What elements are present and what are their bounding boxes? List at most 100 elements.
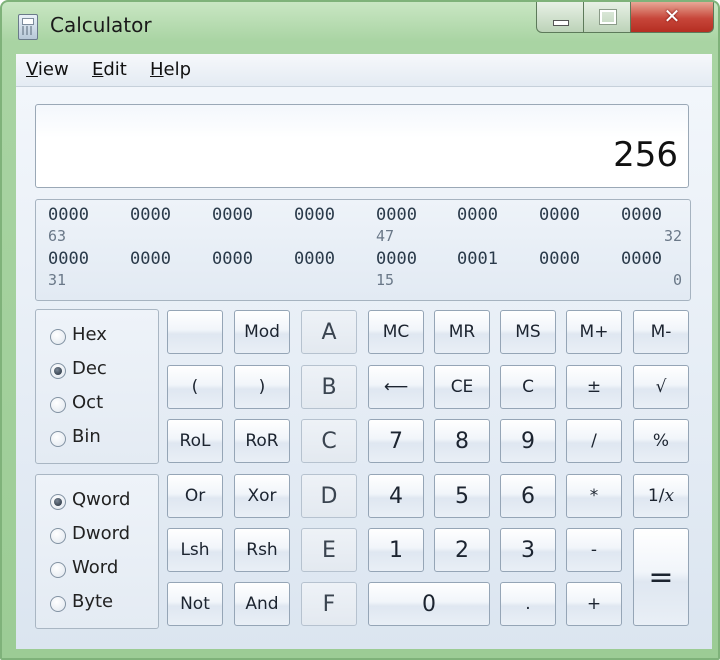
ror-button[interactable]: RoR xyxy=(234,419,290,463)
word-size-label: Byte xyxy=(72,591,114,612)
bit-group[interactable]: 0001 xyxy=(457,249,498,269)
hex-f-button[interactable]: F xyxy=(301,582,357,626)
menu-edit[interactable]: Edit xyxy=(92,59,127,80)
menu-help-label: elp xyxy=(163,59,192,80)
radio-indicator xyxy=(50,363,66,379)
ms-button[interactable]: MS xyxy=(500,310,556,354)
m-plus-button[interactable]: M+ xyxy=(566,310,622,354)
c-button[interactable]: C xyxy=(500,365,556,409)
menu-edit-label: dit xyxy=(103,59,127,80)
minimize-icon xyxy=(553,20,569,26)
bit-group[interactable]: 0000 xyxy=(621,205,662,225)
maximize-button[interactable] xyxy=(583,2,631,33)
subtract-button[interactable]: - xyxy=(566,528,622,572)
m--button[interactable]: M- xyxy=(633,310,689,354)
digit-8-button[interactable]: 8 xyxy=(434,419,490,463)
display-value: 256 xyxy=(613,135,678,175)
mr-button[interactable]: MR xyxy=(434,310,490,354)
radio-indicator xyxy=(50,431,66,447)
radio-indicator xyxy=(50,329,66,345)
title-bar[interactable]: Calculator ✕ xyxy=(2,2,718,52)
calculator-window: Calculator ✕ View Edit Help 256 0000 0000… xyxy=(0,0,720,660)
word-size-label: Word xyxy=(72,557,119,578)
bit-position-label: 0 xyxy=(672,271,682,289)
radio-indicator xyxy=(50,562,66,578)
menu-view-accel: V xyxy=(26,59,38,80)
lsh-button[interactable]: Lsh xyxy=(167,528,223,572)
bit-group[interactable]: 0000 xyxy=(294,249,335,269)
digit-3-button[interactable]: 3 xyxy=(500,528,556,572)
menu-help[interactable]: Help xyxy=(150,59,191,80)
rol-button[interactable]: RoL xyxy=(167,419,223,463)
minimize-button[interactable] xyxy=(536,2,584,33)
sqrt-button[interactable]: √ xyxy=(633,365,689,409)
not-button[interactable]: Not xyxy=(167,582,223,626)
menu-bar: View Edit Help xyxy=(16,54,712,87)
open-paren-button[interactable]: ( xyxy=(167,365,223,409)
close-icon: ✕ xyxy=(663,4,681,28)
hex-d-button[interactable]: D xyxy=(301,474,357,518)
menu-edit-accel: E xyxy=(92,59,104,80)
bit-group[interactable]: 0000 xyxy=(130,249,171,269)
hex-e-button[interactable]: E xyxy=(301,528,357,572)
digit-5-button[interactable]: 5 xyxy=(434,474,490,518)
close-button[interactable]: ✕ xyxy=(630,2,714,33)
digit-6-button[interactable]: 6 xyxy=(500,474,556,518)
radio-indicator xyxy=(50,494,66,510)
digit-1-button[interactable]: 1 xyxy=(368,528,424,572)
calculator-app-icon xyxy=(18,14,38,40)
bit-display: 0000 0000 0000 0000 0000 0000 0000 0000 63 47 32 00… xyxy=(35,199,691,301)
xor-button[interactable]: Xor xyxy=(234,474,290,518)
or-button[interactable]: Or xyxy=(167,474,223,518)
reciprocal-button[interactable]: 1/x xyxy=(633,474,689,518)
bit-group[interactable]: 0000 xyxy=(376,249,417,269)
bit-group[interactable]: 0000 xyxy=(621,249,662,269)
ce-button[interactable]: CE xyxy=(434,365,490,409)
multiply-button[interactable]: * xyxy=(566,474,622,518)
digit-0-button[interactable]: 0 xyxy=(368,582,490,626)
mod-button[interactable]: Mod xyxy=(234,310,290,354)
digit-7-button[interactable]: 7 xyxy=(368,419,424,463)
bit-position-label: 15 xyxy=(376,271,395,289)
digit-4-button[interactable]: 4 xyxy=(368,474,424,518)
bit-group[interactable]: 0000 xyxy=(212,249,253,269)
hex-b-button[interactable]: B xyxy=(301,365,357,409)
plus-minus-button[interactable]: ± xyxy=(566,365,622,409)
bit-group[interactable]: 0000 xyxy=(48,249,89,269)
backspace-button[interactable]: ⟵ xyxy=(368,365,424,409)
menu-view[interactable]: View xyxy=(26,59,69,80)
blank-button[interactable] xyxy=(167,310,223,354)
close-paren-button[interactable]: ) xyxy=(234,365,290,409)
divide-button[interactable]: / xyxy=(566,419,622,463)
word-size-group: Qword Dword Word Byte xyxy=(35,474,159,629)
menu-view-label: iew xyxy=(37,59,69,80)
add-button[interactable]: + xyxy=(566,582,622,626)
bit-group[interactable]: 0000 xyxy=(376,205,417,225)
radio-indicator xyxy=(50,596,66,612)
base-label: Dec xyxy=(72,358,107,379)
hex-a-button[interactable]: A xyxy=(301,310,357,354)
radio-indicator xyxy=(50,397,66,413)
bit-group[interactable]: 0000 xyxy=(212,205,253,225)
hex-c-button[interactable]: C xyxy=(301,419,357,463)
bit-group[interactable]: 0000 xyxy=(539,249,580,269)
and-button[interactable]: And xyxy=(234,582,290,626)
rsh-button[interactable]: Rsh xyxy=(234,528,290,572)
bit-group[interactable]: 0000 xyxy=(457,205,498,225)
word-size-label: Qword xyxy=(72,489,131,510)
digit-9-button[interactable]: 9 xyxy=(500,419,556,463)
base-label: Oct xyxy=(72,392,104,413)
percent-button[interactable]: % xyxy=(633,419,689,463)
radio-indicator xyxy=(50,528,66,544)
bit-group[interactable]: 0000 xyxy=(48,205,89,225)
mc-button[interactable]: MC xyxy=(368,310,424,354)
bit-group[interactable]: 0000 xyxy=(539,205,580,225)
word-size-label: Dword xyxy=(72,523,131,544)
bit-group[interactable]: 0000 xyxy=(294,205,335,225)
decimal-button[interactable]: . xyxy=(500,582,556,626)
digit-2-button[interactable]: 2 xyxy=(434,528,490,572)
bit-position-label: 47 xyxy=(376,227,395,245)
bit-group[interactable]: 0000 xyxy=(130,205,171,225)
equals-button[interactable]: = xyxy=(633,528,689,626)
maximize-icon xyxy=(599,9,617,25)
